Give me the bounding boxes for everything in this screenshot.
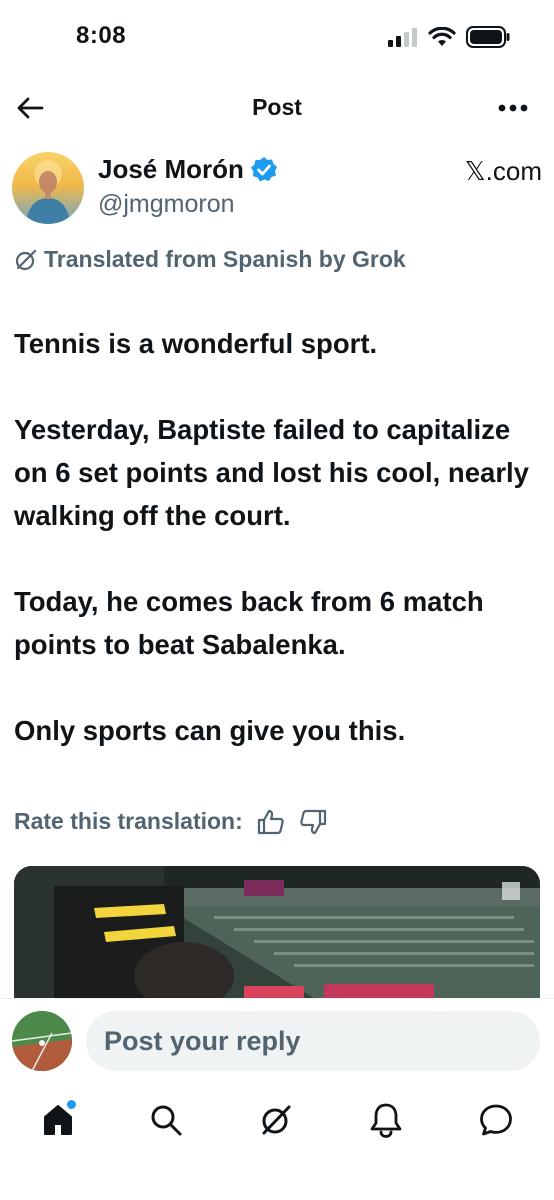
more-options-button[interactable] — [496, 96, 530, 120]
post-paragraph: Today, he comes back from 6 match points… — [14, 586, 484, 660]
more-icon — [498, 104, 528, 112]
author-name[interactable]: José Morón — [98, 154, 244, 185]
author-handle[interactable]: @jmgmoron — [98, 190, 235, 219]
tab-messages[interactable] — [472, 1096, 520, 1144]
notifications-icon — [370, 1103, 402, 1138]
bottom-tab-bar — [0, 1080, 554, 1200]
status-icons — [388, 26, 510, 48]
tab-home[interactable] — [34, 1096, 82, 1144]
grok-icon — [262, 1105, 291, 1135]
thumbs-down-icon[interactable] — [299, 809, 327, 835]
post-text: Tennis is a wonderful sport. Yesterday, … — [14, 322, 540, 752]
signal-icon — [388, 28, 417, 47]
battery-icon — [466, 26, 510, 48]
translation-note: Translated from Spanish by Grok — [14, 246, 406, 273]
status-bar: 8:08 — [0, 0, 554, 70]
author-name-line: José Morón — [98, 154, 278, 185]
post-paragraph: Only sports can give you this. — [14, 715, 406, 746]
rate-translation-label: Rate this translation: — [14, 808, 243, 834]
avatar-photo — [26, 160, 70, 224]
user-avatar[interactable] — [12, 1011, 72, 1071]
post-media[interactable] — [14, 866, 540, 998]
author-avatar[interactable] — [12, 152, 84, 224]
post-paragraph: Tennis is a wonderful sport. — [14, 328, 378, 359]
search-icon — [151, 1105, 182, 1136]
user-avatar-photo — [12, 1011, 72, 1071]
status-time: 8:08 — [76, 22, 127, 49]
post-paragraph: Yesterday, Baptiste failed to capitalize… — [14, 414, 529, 531]
tab-search[interactable] — [142, 1096, 190, 1144]
tab-grok[interactable] — [252, 1096, 300, 1144]
messages-icon — [480, 1104, 512, 1136]
grok-icon — [15, 249, 37, 270]
wifi-icon — [428, 27, 456, 46]
reply-input[interactable]: Post your reply — [86, 1011, 540, 1071]
rate-translation: Rate this translation: — [14, 808, 327, 835]
home-notification-dot — [67, 1100, 76, 1109]
reply-bar: Post your reply — [0, 998, 554, 1080]
post-author: José Morón @jmgmoron 𝕏.com — [12, 150, 542, 230]
verified-badge-icon — [250, 156, 277, 181]
source-link[interactable]: 𝕏.com — [465, 156, 542, 187]
translation-note-text: Translated from Spanish by Grok — [44, 246, 406, 272]
tennis-stadium-image — [14, 866, 540, 998]
nav-bar: Post — [0, 80, 554, 136]
thumbs-up-icon[interactable] — [257, 809, 285, 835]
tab-notifications[interactable] — [362, 1096, 410, 1144]
page-title: Post — [252, 94, 302, 120]
